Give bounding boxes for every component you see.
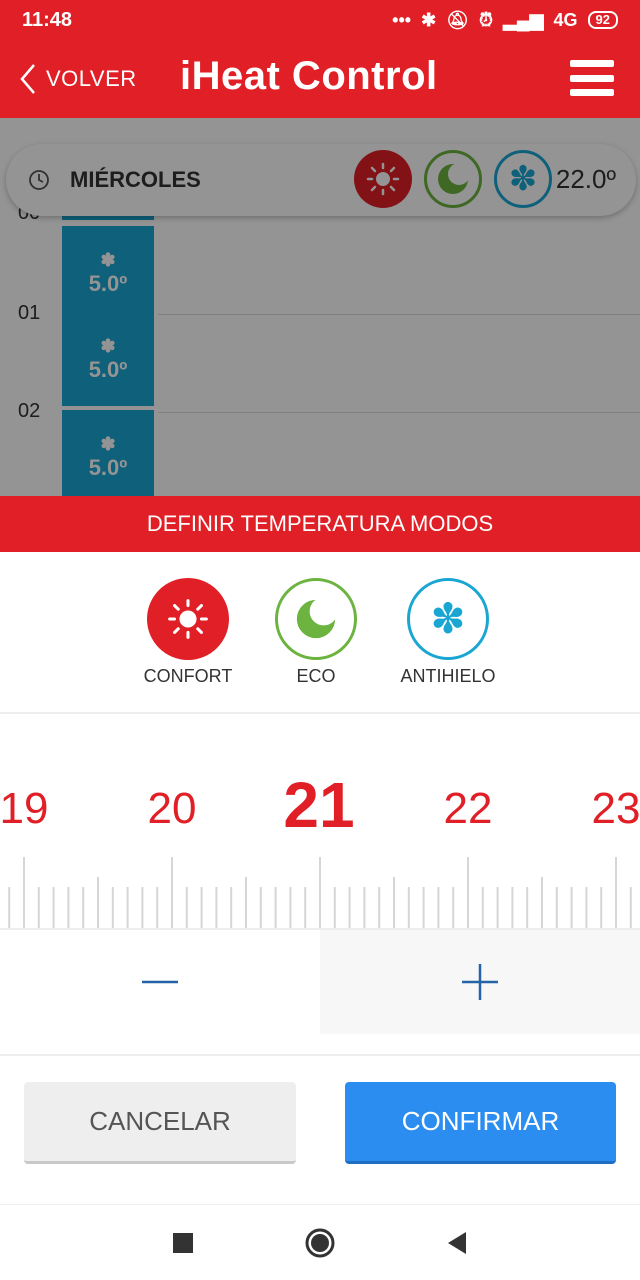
mode-temperature-sheet: CONFORT ECO ✽ ANTIHIELO 19 20 21 22 23 C… [0, 552, 640, 1280]
dim-overlay[interactable] [0, 118, 640, 496]
ruler-value-selected[interactable]: 21 [283, 768, 354, 842]
ruler-value[interactable]: 22 [444, 784, 493, 834]
sheet-title: DEFINIR TEMPERATURA MODOS [0, 496, 640, 552]
back-button[interactable]: VOLVER [20, 63, 137, 95]
temperature-stepper [0, 930, 640, 1034]
increase-button[interactable] [320, 930, 640, 1034]
plus-icon [462, 964, 498, 1000]
sun-icon [147, 578, 229, 660]
mode-label: ECO [296, 666, 336, 686]
divider [0, 1054, 640, 1056]
mode-eco-button[interactable]: ECO [256, 578, 376, 687]
temperature-ruler[interactable] [0, 857, 640, 929]
back-nav-icon[interactable] [446, 1231, 468, 1255]
bluetooth-icon: ✱ [421, 9, 437, 30]
moon-icon [275, 578, 357, 660]
decrease-button[interactable] [0, 930, 320, 1034]
minus-icon [142, 980, 178, 984]
signal-icon: ▂▄▆ [503, 9, 544, 30]
mode-label: CONFORT [143, 666, 233, 686]
confirm-button[interactable]: CONFIRMAR [345, 1082, 616, 1164]
network-label: 4G [553, 9, 578, 30]
more-icon: ••• [392, 9, 412, 30]
status-time: 11:48 [22, 8, 73, 31]
battery-icon: 92 [587, 11, 618, 29]
cancel-button[interactable]: CANCELAR [24, 1082, 296, 1164]
divider [0, 712, 640, 714]
back-label: VOLVER [46, 66, 137, 91]
alarm-icon: ⏰︎ [479, 9, 494, 30]
ruler-value[interactable]: 20 [148, 784, 197, 834]
bell-off-icon: 🔕︎ [446, 9, 470, 30]
ruler-value[interactable]: 23 [592, 784, 640, 834]
ruler-value[interactable]: 19 [0, 784, 48, 834]
system-nav-bar [0, 1204, 640, 1280]
mode-label: ANTIHIELO [400, 666, 496, 686]
recents-icon[interactable] [172, 1232, 194, 1254]
chevron-left-icon [20, 64, 35, 94]
home-icon[interactable] [304, 1227, 336, 1259]
status-icons: ••• ✱ 🔕︎ ⏰︎ ▂▄▆ 4G 92 [392, 10, 618, 31]
snowflake-icon: ✽ [407, 578, 489, 660]
mode-antihielo-button[interactable]: ✽ ANTIHIELO [388, 578, 508, 687]
app-header: VOLVER iHeat Control [0, 40, 640, 118]
status-bar: 11:48 ••• ✱ 🔕︎ ⏰︎ ▂▄▆ 4G 92 [0, 0, 640, 40]
mode-confort-button[interactable]: CONFORT [128, 578, 248, 687]
app-title: iHeat Control [180, 54, 438, 98]
hamburger-menu-icon[interactable] [570, 60, 614, 96]
